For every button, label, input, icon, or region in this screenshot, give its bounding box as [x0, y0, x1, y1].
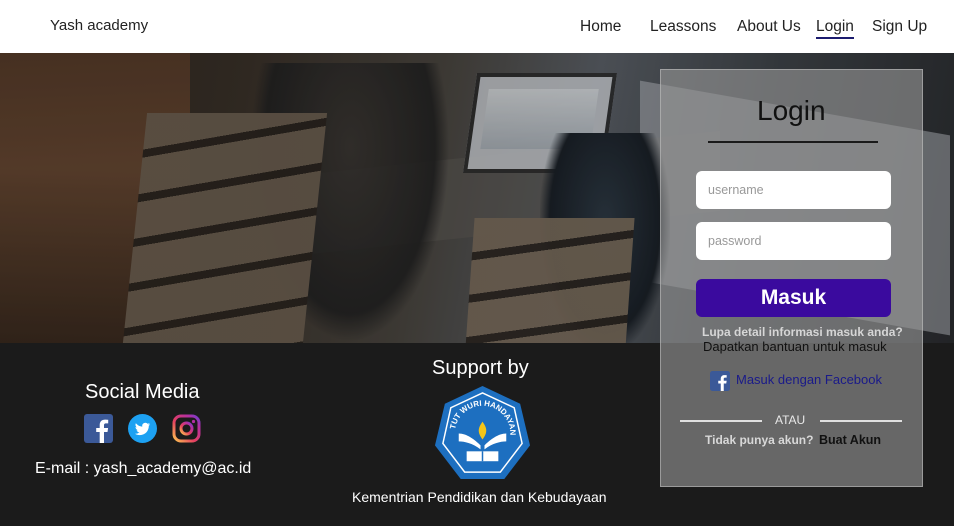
facebook-icon[interactable]: [84, 414, 113, 443]
tut-wuri-handayani-logo: TUT WURI HANDAYANI: [433, 384, 531, 480]
nav-about-us[interactable]: About Us: [737, 18, 801, 36]
nav-sign-up[interactable]: Sign Up: [872, 18, 927, 36]
nav-home[interactable]: Home: [580, 18, 621, 36]
nav-lessons[interactable]: Leassons: [650, 18, 716, 36]
social-media-title: Social Media: [85, 381, 200, 403]
login-title-underline: [708, 141, 878, 143]
facebook-icon: [710, 371, 730, 391]
create-account-link[interactable]: Buat Akun: [819, 433, 881, 447]
twitter-icon[interactable]: [128, 414, 157, 443]
password-input[interactable]: [696, 222, 891, 260]
no-account-text: Tidak punya akun?: [705, 433, 814, 447]
login-help-link[interactable]: Dapatkan bantuan untuk masuk: [703, 339, 887, 354]
facebook-login-label: Masuk dengan Facebook: [736, 372, 882, 387]
brand-name[interactable]: Yash academy: [50, 17, 148, 34]
divider-left: [680, 420, 762, 422]
contact-email: E-mail : yash_academy@ac.id: [35, 460, 252, 477]
divider-right: [820, 420, 902, 422]
forgot-login-text: Lupa detail informasi masuk anda?: [702, 325, 903, 339]
ministry-name: Kementrian Pendidikan dan Kebudayaan: [352, 489, 607, 505]
login-title: Login: [757, 95, 826, 126]
masuk-button[interactable]: Masuk: [696, 279, 891, 317]
username-input[interactable]: [696, 171, 891, 209]
nav-login[interactable]: Login: [816, 18, 854, 39]
instagram-icon[interactable]: [172, 414, 201, 443]
divider-text: ATAU: [775, 413, 806, 427]
support-by-title: Support by: [432, 357, 529, 379]
top-navbar: Yash academy Home Leassons About Us Logi…: [0, 0, 954, 53]
